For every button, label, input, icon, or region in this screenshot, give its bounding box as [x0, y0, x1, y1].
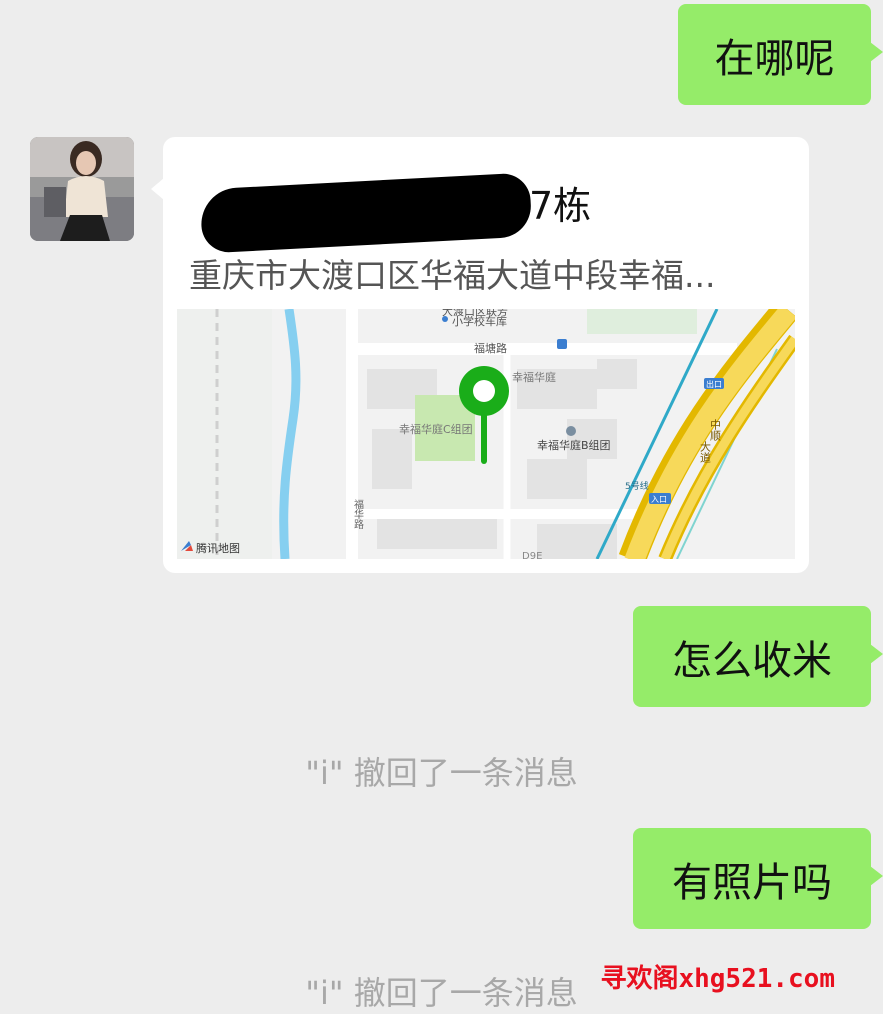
map-label-road: 福塘路 [474, 341, 507, 355]
poi-icon [566, 426, 576, 436]
map-label-xingfu-b: 幸福华庭B组团 [537, 438, 611, 452]
map-label-highway-2: 大道 [699, 440, 712, 463]
map-brand-text: 腾讯地图 [196, 541, 240, 555]
map-preview[interactable]: 大渡口区联芳 小学校车库 福塘路 幸福华庭 幸福华庭C组团 幸福华庭B组团 福华… [177, 309, 795, 559]
map-label-school-2: 小学校车库 [452, 314, 507, 328]
map-label-exit: 出口 [706, 379, 722, 389]
bus-stop-icon [557, 339, 567, 349]
redaction-mark [199, 172, 533, 254]
map-label-highway-1: 中顺 [709, 419, 722, 442]
location-title: …7栋 [191, 172, 591, 254]
outgoing-message-bubble[interactable]: 在哪呢 [678, 4, 883, 105]
map-label-road-2: 福华路 [352, 498, 364, 530]
outgoing-message-bubble[interactable]: 有照片吗 [633, 828, 883, 929]
school-icon [442, 316, 448, 322]
map-label-xingfu: 幸福华庭 [512, 370, 556, 384]
message-text: 有照片吗 [672, 859, 832, 906]
recall-notice: "i" 撤回了一条消息 [305, 754, 578, 792]
message-text: 在哪呢 [714, 35, 835, 82]
outgoing-message-bubble[interactable]: 怎么收米 [633, 606, 883, 707]
map-label-metro: 5号线 [625, 480, 649, 492]
watermark: 寻欢阁xhg521.com [600, 964, 835, 994]
location-message-card[interactable]: …7栋 重庆市大渡口区华福大道中段幸福... 大渡口区联芳 小学校车库 福塘路 … [163, 137, 809, 573]
message-text: 怎么收米 [672, 637, 832, 684]
map-label-xingfu-c: 幸福华庭C组团 [399, 422, 473, 436]
map-label-entry: 入口 [651, 495, 667, 504]
location-address: 重庆市大渡口区华福大道中段幸福... [189, 256, 716, 295]
avatar-photo [30, 137, 134, 241]
map-label-d9e: D9E [522, 551, 542, 559]
contact-avatar[interactable] [30, 137, 134, 241]
